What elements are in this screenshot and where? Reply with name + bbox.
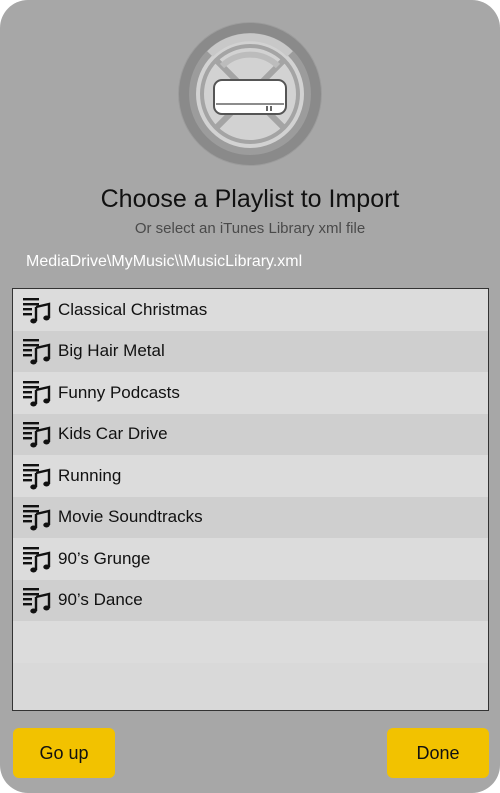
list-item[interactable]: Running (13, 455, 488, 497)
playlist-list[interactable]: Classical Christmas Big Hair Metal Funny… (12, 288, 489, 711)
playlist-label: Movie Soundtracks (58, 507, 203, 527)
list-empty-row (13, 621, 488, 663)
playlist-icon (23, 380, 51, 407)
list-item[interactable]: Kids Car Drive (13, 413, 488, 455)
dialog-title: Choose a Playlist to Import (100, 185, 400, 213)
playlist-label: Big Hair Metal (58, 341, 165, 361)
playlist-icon (23, 422, 51, 448)
playlist-icon (23, 588, 51, 614)
playlist-label: Running (58, 465, 122, 485)
playlist-icon (23, 339, 51, 365)
dialog-subtitle: Or select an iTunes Library xml file (134, 220, 366, 237)
list-item[interactable]: Movie Soundtracks (13, 496, 488, 538)
playlist-icon (23, 463, 51, 490)
go-up-button[interactable]: Go up (13, 728, 115, 778)
playlist-label: Classical Christmas (58, 299, 208, 319)
list-item[interactable]: 90’s Dance (13, 579, 488, 621)
playlist-label: 90’s Grunge (58, 548, 151, 568)
list-item[interactable]: 90’s Grunge (13, 538, 488, 580)
playlist-label: Kids Car Drive (58, 424, 168, 444)
import-dialog: Choose a Playlist to Import Or select an… (0, 0, 500, 793)
playlist-label: 90’s Dance (58, 590, 143, 610)
library-path[interactable]: MediaDrive\MyMusic\\MusicLibrary.xml (26, 253, 302, 271)
done-button[interactable]: Done (387, 728, 489, 778)
wireless-drive-icon (178, 22, 322, 166)
list-item[interactable]: Big Hair Metal (13, 330, 488, 372)
playlist-icon (23, 297, 51, 324)
playlist-icon (23, 546, 51, 573)
list-item[interactable]: Classical Christmas (13, 289, 488, 331)
list-item[interactable]: Funny Podcasts (13, 372, 488, 414)
playlist-icon (23, 505, 51, 531)
playlist-label: Funny Podcasts (58, 382, 180, 402)
